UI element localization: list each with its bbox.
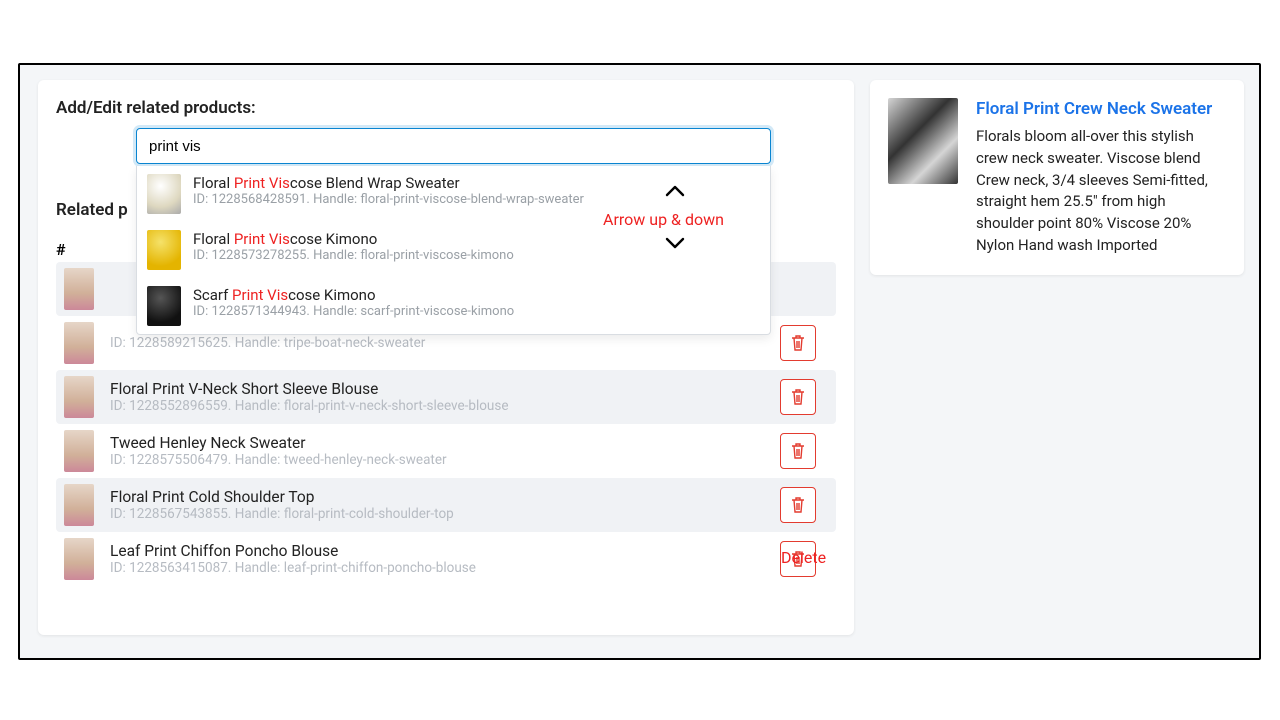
- product-title[interactable]: Floral Print Crew Neck Sweater: [976, 98, 1226, 120]
- trash-icon: [790, 550, 806, 568]
- product-image: [888, 98, 958, 184]
- dropdown-item-name: Scarf Print Viscose Kimono: [193, 286, 514, 304]
- product-preview-card: Floral Print Crew Neck Sweater Florals b…: [870, 80, 1244, 275]
- trash-icon: [790, 334, 806, 352]
- row-name: Floral Print Cold Shoulder Top: [110, 488, 764, 506]
- dropdown-item[interactable]: Floral Print Viscose Blend Wrap Sweater …: [137, 166, 770, 222]
- product-thumb: [64, 430, 94, 472]
- dropdown-item[interactable]: Floral Print Viscose Kimono ID: 12285732…: [137, 222, 770, 278]
- dropdown-item-meta: ID: 1228573278255. Handle: floral-print-…: [193, 248, 514, 263]
- table-row: Leaf Print Chiffon Poncho Blouse ID: 122…: [56, 532, 836, 586]
- row-meta: ID: 1228567543855. Handle: floral-print-…: [110, 506, 764, 522]
- related-list-heading: Related p: [56, 200, 128, 220]
- delete-button[interactable]: [780, 541, 816, 577]
- search-dropdown: Floral Print Viscose Blend Wrap Sweater …: [136, 166, 771, 335]
- related-products-card: Add/Edit related products: Related p # t…: [38, 80, 854, 635]
- row-meta: ID: 1228589215625. Handle: tripe-boat-ne…: [110, 335, 764, 351]
- dropdown-item-name: Floral Print Viscose Kimono: [193, 230, 514, 248]
- delete-button[interactable]: [780, 325, 816, 361]
- product-description: Florals bloom all-over this stylish crew…: [976, 126, 1226, 257]
- product-thumb: [64, 322, 94, 364]
- section-title: Add/Edit related products:: [56, 98, 836, 118]
- product-thumb: [64, 484, 94, 526]
- product-thumb: [64, 376, 94, 418]
- trash-icon: [790, 496, 806, 514]
- product-thumb: [147, 230, 181, 270]
- trash-icon: [790, 388, 806, 406]
- delete-button[interactable]: [780, 487, 816, 523]
- table-row: Floral Print Cold Shoulder Top ID: 12285…: [56, 478, 836, 532]
- product-thumb: [64, 268, 94, 310]
- dropdown-item[interactable]: Scarf Print Viscose Kimono ID: 122857134…: [137, 278, 770, 334]
- delete-button[interactable]: [780, 379, 816, 415]
- trash-icon: [790, 442, 806, 460]
- row-name: Floral Print V-Neck Short Sleeve Blouse: [110, 380, 764, 398]
- row-meta: ID: 1228575506479. Handle: tweed-henley-…: [110, 452, 764, 468]
- table-row: Floral Print V-Neck Short Sleeve Blouse …: [56, 370, 836, 424]
- product-thumb: [64, 538, 94, 580]
- product-thumb: [147, 286, 181, 326]
- row-name: Tweed Henley Neck Sweater: [110, 434, 764, 452]
- delete-button[interactable]: [780, 433, 816, 469]
- search-input[interactable]: [136, 128, 771, 164]
- row-meta: ID: 1228563415087. Handle: leaf-print-ch…: [110, 560, 764, 576]
- product-thumb: [147, 174, 181, 214]
- dropdown-item-meta: ID: 1228571344943. Handle: scarf-print-v…: [193, 304, 514, 319]
- column-hash: #: [56, 240, 66, 259]
- app-frame: Add/Edit related products: Related p # t…: [18, 63, 1261, 660]
- row-name: Leaf Print Chiffon Poncho Blouse: [110, 542, 764, 560]
- search-wrap: Floral Print Viscose Blend Wrap Sweater …: [136, 128, 771, 164]
- dropdown-item-name: Floral Print Viscose Blend Wrap Sweater: [193, 174, 584, 192]
- table-row: Tweed Henley Neck Sweater ID: 1228575506…: [56, 424, 836, 478]
- dropdown-item-meta: ID: 1228568428591. Handle: floral-print-…: [193, 192, 584, 207]
- row-meta: ID: 1228552896559. Handle: floral-print-…: [110, 398, 764, 414]
